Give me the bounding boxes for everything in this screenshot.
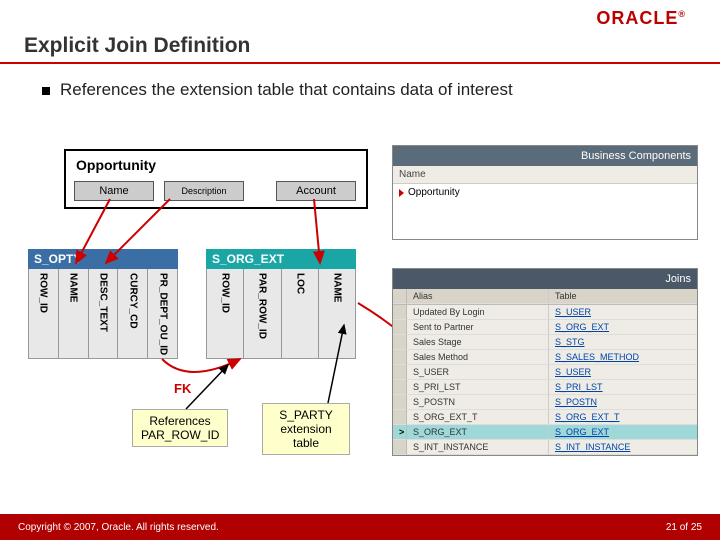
- panel-title: Business Components: [393, 146, 697, 166]
- table-row[interactable]: S_USERS_USER: [393, 365, 697, 380]
- cell-alias: S_PRI_LST: [407, 380, 549, 395]
- cell-alias: S_ORG_EXT_T: [407, 410, 549, 425]
- cell-table-link[interactable]: S_USER: [549, 305, 697, 320]
- cell-table-link[interactable]: S_USER: [549, 365, 697, 380]
- table-row[interactable]: Sales MethodS_SALES_METHOD: [393, 350, 697, 365]
- table-row[interactable]: Sales StageS_STG: [393, 335, 697, 350]
- bullet-square-icon: [42, 87, 50, 95]
- column: PR_DEPT_OU_ID: [148, 269, 177, 358]
- column: LOC: [282, 269, 319, 358]
- cell-alias: S_USER: [407, 365, 549, 380]
- table-row[interactable]: S_ORG_EXT_TS_ORG_EXT_T: [393, 410, 697, 425]
- cell-alias: Sales Method: [407, 350, 549, 365]
- cell-table-link[interactable]: S_ORG_EXT: [549, 320, 697, 335]
- cell-alias: S_POSTN: [407, 395, 549, 410]
- table-header-row: Alias Table: [393, 289, 697, 305]
- cell-alias: Sent to Partner: [407, 320, 549, 335]
- opportunity-box: Opportunity Name Description Account: [64, 149, 368, 209]
- diagram-area: Opportunity Name Description Account S_O…: [28, 145, 388, 475]
- cell-table-link[interactable]: S_STG: [549, 335, 697, 350]
- callout-references: References PAR_ROW_ID: [132, 409, 228, 447]
- oracle-logo: ORACLE®: [596, 8, 686, 29]
- col-table: Table: [549, 289, 697, 304]
- title-rule: [0, 62, 720, 64]
- table-row[interactable]: S_POSTNS_POSTN: [393, 395, 697, 410]
- panel-empty-area: [393, 201, 697, 239]
- bullet-text: References the extension table that cont…: [60, 80, 513, 100]
- table-row[interactable]: Updated By LoginS_USER: [393, 305, 697, 320]
- selected-indicator-icon: [399, 189, 404, 197]
- table-header: S_ORG_EXT: [206, 249, 356, 269]
- column: NAME: [319, 269, 355, 358]
- fk-label: FK: [174, 381, 191, 396]
- business-components-panel: Business Components Name Opportunity: [392, 145, 698, 240]
- column: PAR_ROW_ID: [244, 269, 281, 358]
- opportunity-label: Opportunity: [76, 157, 156, 173]
- field-description: Description: [164, 181, 244, 201]
- cell-table-link[interactable]: S_ORG_EXT: [549, 425, 697, 440]
- cell-alias: Updated By Login: [407, 305, 549, 320]
- row-text: Opportunity: [408, 187, 460, 198]
- slide-title: Explicit Join Definition: [24, 34, 250, 58]
- column-header: Name: [393, 166, 697, 184]
- column: NAME: [59, 269, 89, 358]
- table-header: S_OPTY: [28, 249, 178, 269]
- page-indicator: 21 of 25: [666, 522, 702, 533]
- cell-alias: S_INT_INSTANCE: [407, 440, 549, 455]
- table-row[interactable]: S_INT_INSTANCES_INT_INSTANCE: [393, 440, 697, 455]
- cell-table-link[interactable]: S_SALES_METHOD: [549, 350, 697, 365]
- table-s-opty: S_OPTY ROW_ID NAME DESC_TEXT CURCY_CD PR…: [28, 249, 178, 359]
- cell-table-link[interactable]: S_PRI_LST: [549, 380, 697, 395]
- column: ROW_ID: [29, 269, 59, 358]
- copyright-text: Copyright © 2007, Oracle. All rights res…: [18, 522, 219, 533]
- column: ROW_ID: [207, 269, 244, 358]
- table-row[interactable]: >S_ORG_EXTS_ORG_EXT: [393, 425, 697, 440]
- footer-bar: Copyright © 2007, Oracle. All rights res…: [0, 514, 720, 540]
- cell-table-link[interactable]: S_INT_INSTANCE: [549, 440, 697, 455]
- list-row[interactable]: Opportunity: [393, 184, 697, 201]
- field-account: Account: [276, 181, 356, 201]
- col-alias: Alias: [407, 289, 549, 304]
- panel-title: Joins: [393, 269, 697, 289]
- cell-alias: Sales Stage: [407, 335, 549, 350]
- callout-party-ext: S_PARTY extension table: [262, 403, 350, 455]
- bullet-item: References the extension table that cont…: [42, 80, 690, 100]
- table-row[interactable]: Sent to PartnerS_ORG_EXT: [393, 320, 697, 335]
- cell-table-link[interactable]: S_ORG_EXT_T: [549, 410, 697, 425]
- joins-panel: Joins Alias Table Updated By LoginS_USER…: [392, 268, 698, 456]
- table-row[interactable]: S_PRI_LSTS_PRI_LST: [393, 380, 697, 395]
- cell-alias: S_ORG_EXT: [407, 425, 549, 440]
- cell-table-link[interactable]: S_POSTN: [549, 395, 697, 410]
- column: DESC_TEXT: [89, 269, 119, 358]
- table-s-org-ext: S_ORG_EXT ROW_ID PAR_ROW_ID LOC NAME: [206, 249, 356, 359]
- field-name: Name: [74, 181, 154, 201]
- column: CURCY_CD: [118, 269, 148, 358]
